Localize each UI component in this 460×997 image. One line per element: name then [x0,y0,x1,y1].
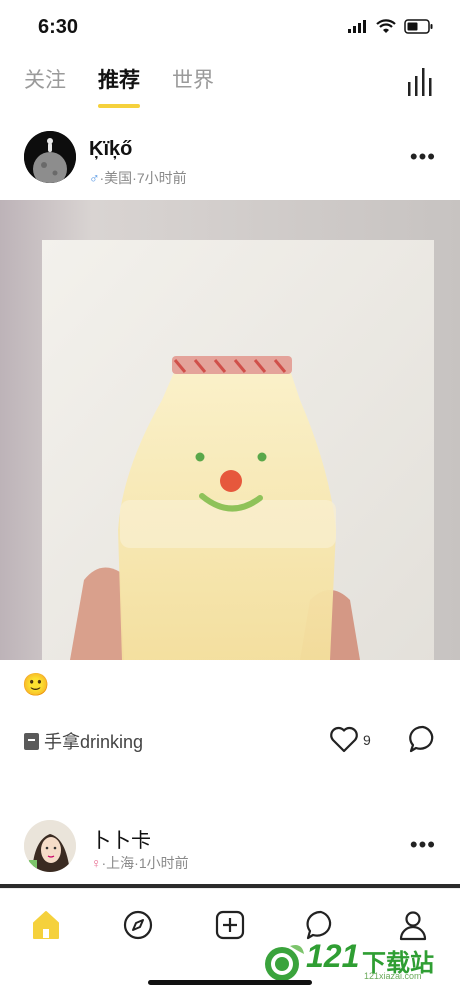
top-tabs: 关注 推荐 世界 [24,64,214,108]
signal-icon [348,20,366,33]
tag-label: 手拿drinking [44,732,144,752]
post-username[interactable]: 卜卜卡 [91,824,151,853]
female-icon: ♀ [91,855,102,871]
girl-avatar-image [24,820,76,872]
wifi-icon [376,19,396,33]
post-username[interactable]: Ķïķő [89,138,132,161]
home-icon[interactable] [30,909,62,941]
message-icon[interactable] [305,909,337,941]
watermark-emblem-icon [265,945,304,981]
bar-chart-icon[interactable] [406,68,436,96]
status-time: 6:30 [38,16,79,38]
avatar[interactable] [24,131,76,183]
home-indicator[interactable] [148,980,312,985]
profile-icon[interactable] [397,909,429,941]
caption-emoji: 🙂 [22,672,50,697]
battery-icon [404,19,433,34]
post-image[interactable] [0,200,460,660]
bottle-photo [0,200,460,660]
post-location-time: ·美国·7小时前 [99,170,187,186]
watermark-number: 121 [306,938,360,974]
tab-following[interactable]: 关注 [24,64,66,94]
tab-recommended[interactable]: 推荐 [98,64,140,108]
male-icon: ♂ [89,170,100,186]
tag-icon [24,732,39,750]
compass-icon[interactable] [122,909,154,941]
post-meta: ♂·美国·7小时前 [89,168,187,188]
more-options-icon[interactable]: ••• [410,832,436,858]
like-count: 9 [363,732,371,748]
watermark-url: 121xiazai.com [364,971,422,981]
post-tag[interactable]: 手拿drinking [24,728,143,754]
post-location-time: ·上海·1小时前 [101,855,189,871]
moon-avatar-image [24,131,76,183]
add-post-icon[interactable] [214,909,246,941]
tab-world[interactable]: 世界 [172,64,214,94]
avatar[interactable] [24,820,76,872]
heart-icon[interactable] [329,725,359,753]
comment-icon[interactable] [408,724,438,754]
more-options-icon[interactable]: ••• [410,144,436,170]
watermark-logo: 121 下载站 121xiazai.com [262,938,452,984]
post-meta: ♀·上海·1小时前 [91,853,189,873]
status-icons [348,19,434,34]
